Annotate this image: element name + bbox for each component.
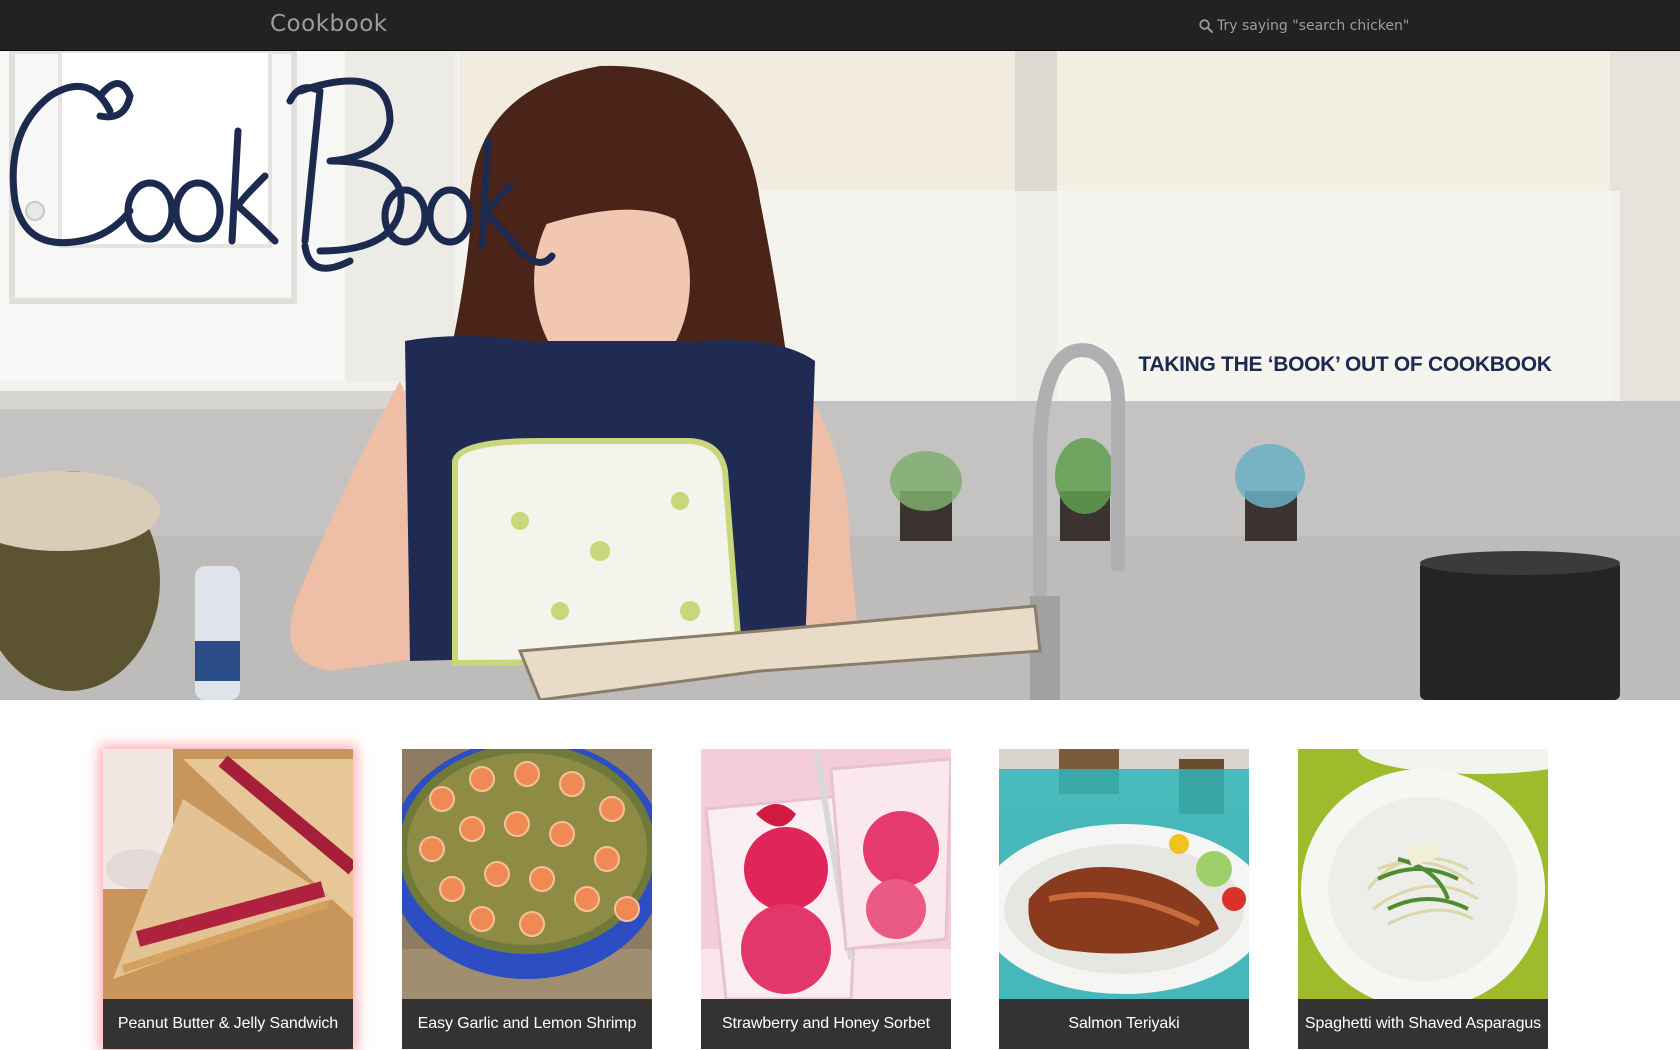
recipe-card[interactable]: Easy Garlic and Lemon Shrimp [402, 749, 652, 1049]
recipe-grid: Peanut Butter & Jelly Sandwich Easy Garl… [0, 700, 1680, 1050]
search-icon[interactable] [1198, 18, 1214, 34]
recipe-title: Spaghetti with Shaved Asparagus [1298, 999, 1548, 1049]
recipe-title: Strawberry and Honey Sorbet [701, 999, 951, 1049]
recipe-card[interactable]: Peanut Butter & Jelly Sandwich [103, 749, 353, 1049]
recipe-photo [701, 749, 951, 999]
recipe-title: Easy Garlic and Lemon Shrimp [402, 999, 652, 1049]
recipe-photo [103, 749, 353, 999]
hero-banner: TAKING THE ‘BOOK’ OUT OF COOKBOOK [0, 51, 1680, 700]
hero-tagline: TAKING THE ‘BOOK’ OUT OF COOKBOOK [1138, 353, 1552, 376]
search-bar[interactable] [1198, 15, 1438, 37]
recipe-card[interactable]: Strawberry and Honey Sorbet [701, 749, 951, 1049]
recipe-photo [402, 749, 652, 999]
recipe-title: Peanut Butter & Jelly Sandwich [103, 999, 353, 1049]
search-input[interactable] [1217, 18, 1437, 34]
recipe-photo [1298, 749, 1548, 999]
recipe-card[interactable]: Salmon Teriyaki [999, 749, 1249, 1049]
recipe-photo [999, 749, 1249, 999]
navbar: Cookbook [0, 0, 1680, 51]
brand-link[interactable]: Cookbook [270, 11, 388, 37]
recipe-card[interactable]: Spaghetti with Shaved Asparagus [1298, 749, 1548, 1049]
recipe-title: Salmon Teriyaki [999, 999, 1249, 1049]
cookbook-logo [9, 77, 556, 272]
